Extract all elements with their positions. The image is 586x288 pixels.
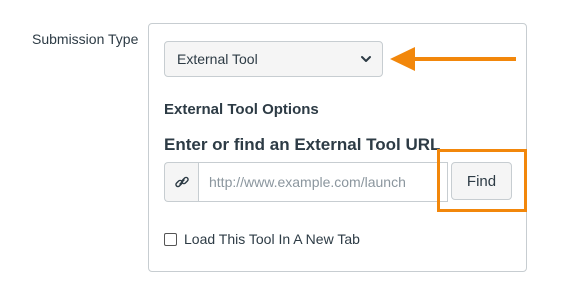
link-icon [164, 162, 198, 202]
new-tab-option[interactable]: Load This Tool In A New Tab [164, 231, 360, 247]
external-tool-url-heading: Enter or find an External Tool URL [164, 135, 441, 154]
external-tool-options-heading: External Tool Options [164, 101, 319, 118]
submission-type-label: Submission Type [32, 31, 139, 47]
chevron-down-icon [360, 53, 372, 65]
new-tab-label: Load This Tool In A New Tab [184, 231, 360, 247]
arrow-left-icon [388, 44, 518, 79]
submission-type-select[interactable]: External Tool [164, 41, 383, 77]
find-button[interactable]: Find [451, 162, 512, 200]
external-tool-url-input[interactable] [198, 162, 448, 202]
submission-type-select-value: External Tool [177, 51, 258, 67]
new-tab-checkbox[interactable] [164, 232, 177, 246]
